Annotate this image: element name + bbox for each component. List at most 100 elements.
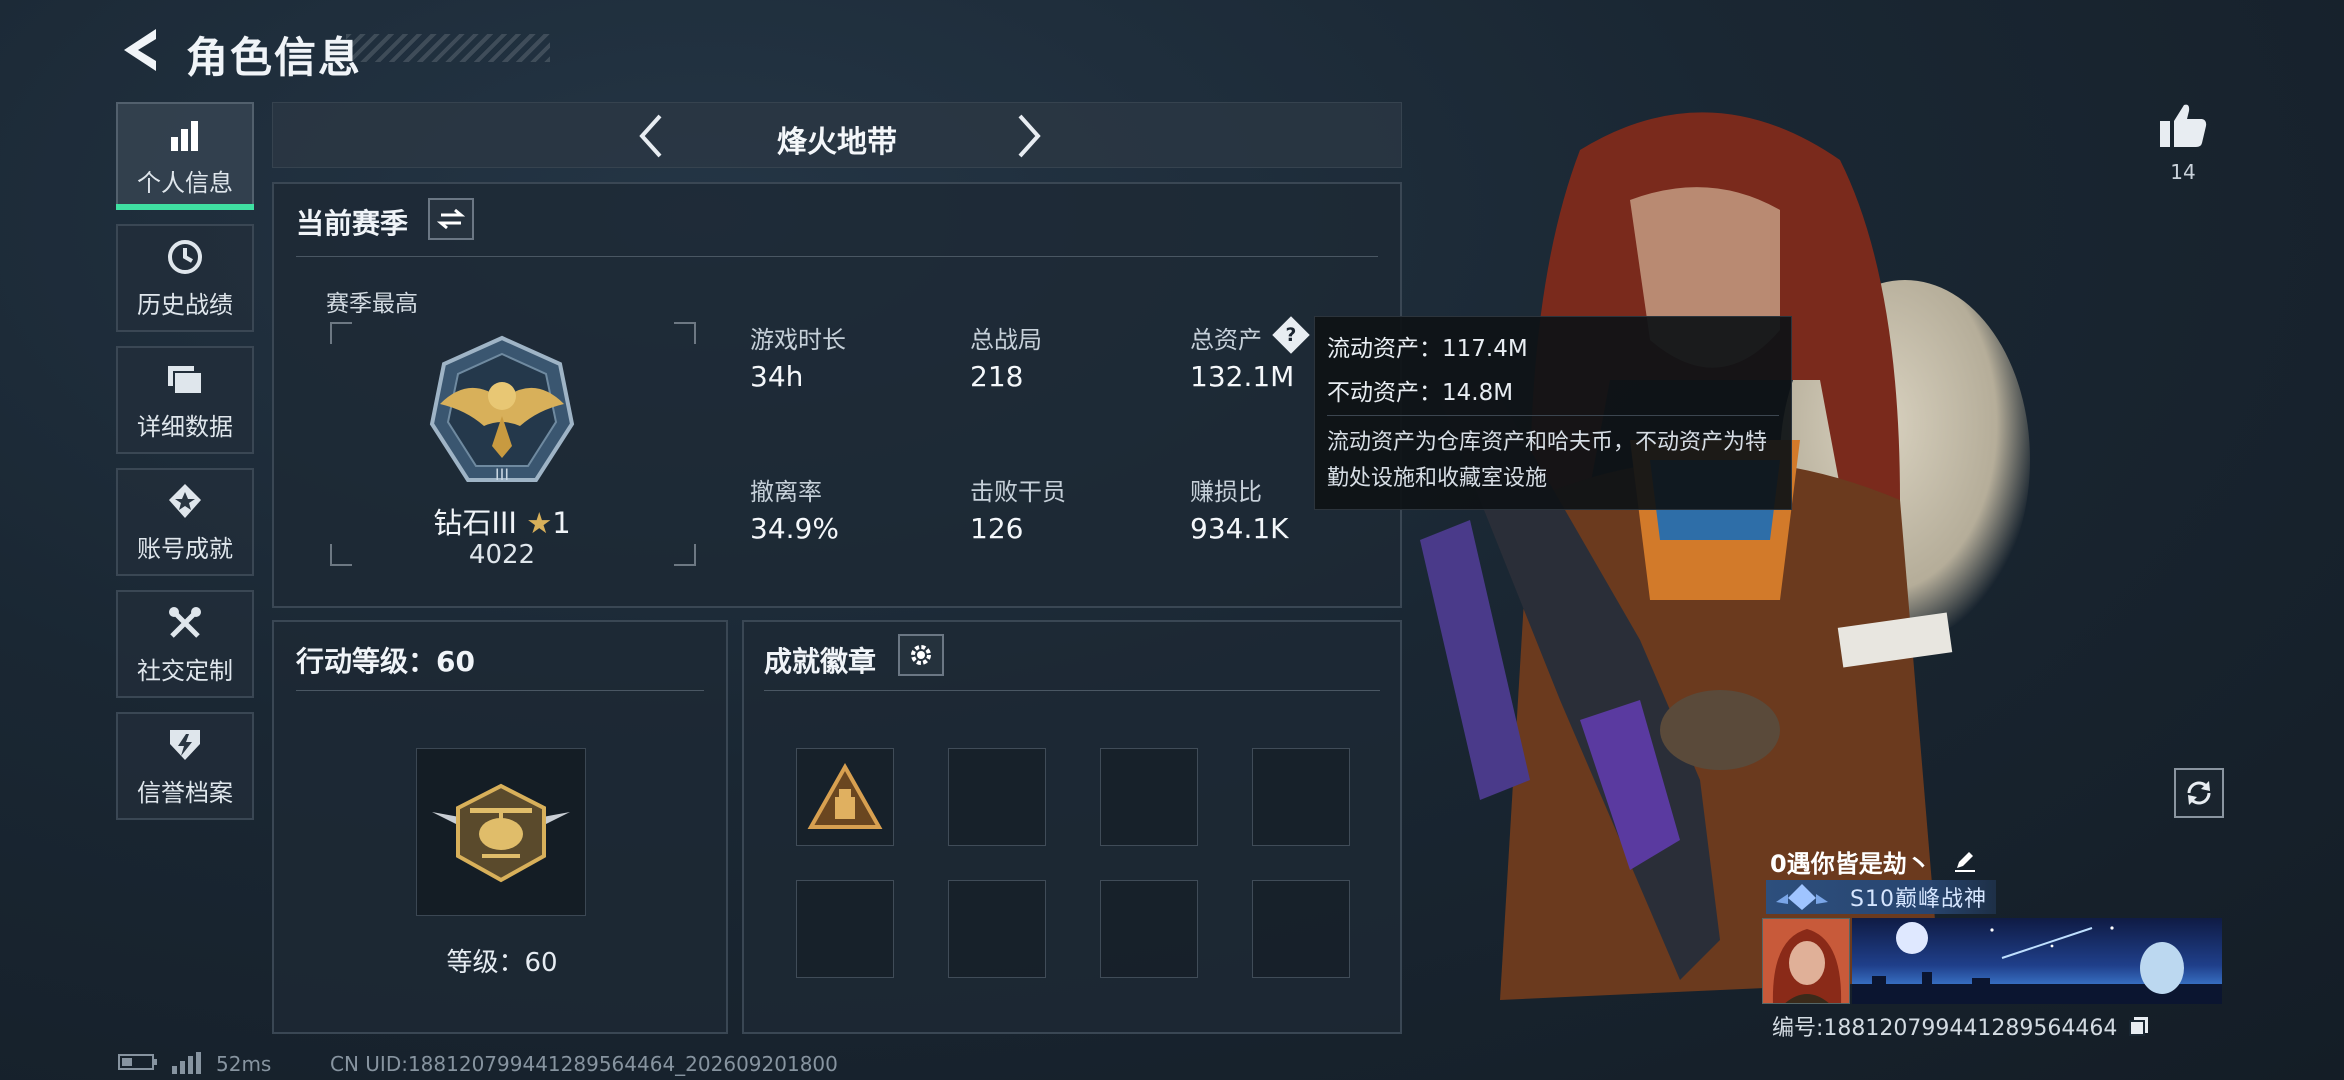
tooltip-divider [1327,415,1779,416]
profile-banner [1852,918,2222,1004]
stat-value-total-matches: 218 [970,360,1024,393]
mode-title: 烽火地带 [777,125,897,160]
season-best-label: 赛季最高 [326,291,418,317]
folder-icon [165,359,205,399]
back-button[interactable] [112,22,168,78]
badge-slot[interactable] [948,880,1046,978]
season-divider [296,256,1378,257]
sidebar-item-achievements[interactable]: 账号成就 [116,468,254,576]
sidebar-item-label: 社交定制 [137,656,233,685]
chevron-right-icon [1018,114,1041,158]
uid-text: CN UID:18812079944128956446​4_2026092018… [330,1052,838,1076]
stat-value-extract-rate: 34.9% [750,512,839,545]
helicopter-badge-icon [432,783,570,883]
shield-lightning-icon [165,725,205,765]
rotate-model-button[interactable] [2174,768,2224,818]
copy-id-button[interactable] [2128,1015,2150,1043]
copy-icon [2129,1017,2149,1036]
stat-label-extract-rate: 撤离率 [750,478,822,506]
badge-slot[interactable] [1100,748,1198,846]
mode-selector: 烽火地带 [272,102,1402,168]
sidebar-item-history[interactable]: 历史战绩 [116,224,254,332]
tooltip-liquid-assets: 流动资产：117.4M [1327,336,1528,362]
back-arrow-icon [124,29,156,71]
title-decoration [346,34,550,62]
frame-corner [674,322,696,344]
rank-points: 4022 [468,540,536,570]
stat-label-playtime: 游戏时长 [750,326,846,354]
badges-settings-button[interactable] [898,634,944,676]
title-emblem-icon [1776,884,1828,910]
rank-name: 钻石III [433,506,517,540]
achievement-badges-panel: 成就徽章 [742,620,1402,1034]
badge-slot[interactable] [948,748,1046,846]
badge-slot[interactable] [1252,748,1350,846]
gear-icon [911,645,931,665]
tooltip-description: 流动资产为仓库资产和哈夫币，不动资产为特勤处设施和收藏室设施 [1327,430,1768,491]
sidebar-item-social-custom[interactable]: 社交定制 [116,590,254,698]
rank-line: 钻石III ★1 [274,500,730,542]
avatar[interactable] [1762,918,1850,1004]
sidebar-item-label: 账号成就 [137,534,233,563]
stat-value-kills: 126 [970,512,1024,545]
level-divider [296,690,704,691]
like-button[interactable] [2150,92,2216,158]
badges-divider [764,690,1380,691]
battery-icon [118,1052,158,1077]
stat-label-kills: 击败干员 [970,478,1066,506]
badge-slot[interactable] [796,748,894,846]
badge-slot[interactable] [1252,880,1350,978]
sidebar-item-label: 个人信息 [137,168,233,197]
assets-help-button[interactable]: ? [1272,316,1310,354]
season-switch-button[interactable] [428,198,474,240]
stat-value-total-assets: 132.1M [1190,360,1295,393]
question-icon: ? [1285,324,1297,346]
player-name-row: 0遇你皆是劫丶 [1770,844,1977,879]
action-level-heading: 行动等级：60 [296,645,475,678]
tooltip-fixed-assets: 不动资产：14.8M [1327,380,1514,406]
player-name: 0遇你皆是劫丶 [1770,850,1931,878]
stat-value-profit-ratio: 934.1K [1190,512,1289,545]
sidebar-item-detail-data[interactable]: 详细数据 [116,346,254,454]
rank-star-icon: ★ [526,506,553,540]
sidebar-item-label: 历史战绩 [137,290,233,319]
season-heading: 当前赛季 [296,207,409,240]
rank-stars: 1 [552,506,571,540]
action-level-panel: 行动等级：60 等级：60 [272,620,728,1034]
badge-slot[interactable] [1100,880,1198,978]
sidebar-item-personal-info[interactable]: 个人信息 [116,102,254,210]
thumbs-up-icon [2160,104,2207,147]
badge-slot[interactable] [796,880,894,978]
stat-label-total-assets: 总资产 [1190,326,1262,354]
player-id-row: 编号:18812079944128956446​4 [1772,1010,2150,1043]
sidebar-item-credit-record[interactable]: 信誉档案 [116,712,254,820]
level-emblem-frame [416,748,586,916]
medal-star-icon [165,481,205,521]
assets-tooltip: 流动资产：117.4M 不动资产：14.8M 流动资产为仓库资产和哈夫币，不动资… [1314,316,1792,510]
clock-history-icon [165,237,205,277]
title-badge-text: S10巅峰战神 [1850,887,1987,912]
title-badge: S10巅峰战神 [1766,880,1996,914]
season-panel: 当前赛季 赛季最高 III 钻石III ★1 4022 游戏时长 34h 总战局… [272,182,1402,608]
frame-corner [330,322,352,344]
refresh-icon [2187,781,2211,805]
warning-crate-badge-icon [807,762,883,829]
edit-name-button[interactable] [1953,848,1977,878]
stat-label-profit-ratio: 赚损比 [1190,478,1262,506]
tools-icon [165,603,205,643]
svg-text:III: III [495,465,509,484]
player-id: 编号:18812079944128956446​4 [1772,1016,2118,1041]
signal-icon [170,1052,204,1079]
page-title: 角色信息 [186,33,363,82]
bar-chart-icon [165,115,205,155]
pencil-icon [1955,852,1976,872]
next-mode-button[interactable] [1003,109,1055,163]
swap-icon [437,208,465,230]
ping-value: 52ms [216,1052,272,1076]
sidebar-item-label: 信誉档案 [137,778,233,807]
like-count: 14 [2170,160,2196,184]
stat-value-playtime: 34h [750,360,804,393]
sidebar-item-label: 详细数据 [137,412,233,441]
rank-emblem-icon: III [420,334,584,498]
stat-label-total-matches: 总战局 [970,326,1042,354]
